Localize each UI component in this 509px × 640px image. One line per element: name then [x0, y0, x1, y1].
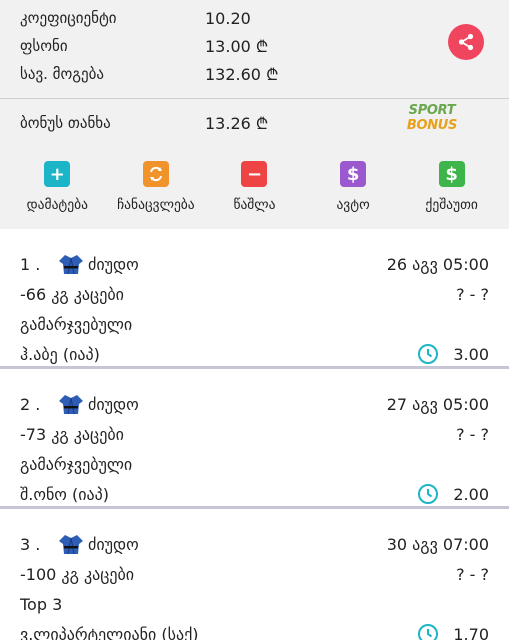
delete-button[interactable]: − წაშლა: [206, 161, 302, 229]
cashout-label: ქეშაუთი: [425, 197, 478, 213]
stake-row: ფსონი 13.00 ₾: [20, 32, 489, 60]
bet-sport: ძიუდო: [88, 534, 139, 554]
plus-icon: +: [44, 161, 71, 187]
coefficient-row: კოეფიციენტი 10.20: [20, 4, 489, 32]
bet-pick: ჰ.აბე (იაპ): [20, 344, 100, 364]
auto-label: ავტო: [336, 197, 370, 213]
bet-market: გამარჯვებული: [20, 454, 133, 474]
bet-pick: ვ.ლიპარტელიანი (საქ): [20, 624, 199, 640]
possible-win-value: 132.60 ₾: [205, 65, 279, 84]
add-button[interactable]: + დამატება: [9, 161, 105, 229]
bet-event: -100 კგ კაცები: [20, 564, 135, 584]
bet-item[interactable]: 2 . ძიუდო 27 აგვ 05:00 -73 კგ კაცები ? -…: [0, 369, 509, 509]
dollar-icon: $: [340, 161, 367, 187]
bet-sport: ძიუდო: [88, 254, 139, 274]
swap-icon: [142, 161, 169, 187]
bet-event: -66 კგ კაცები: [20, 284, 124, 304]
delete-label: წაშლა: [233, 197, 276, 213]
replace-label: ჩანაცვლება: [117, 197, 195, 213]
bonus-label: ბონუს თანხა: [20, 114, 111, 132]
dollar-icon: $: [438, 161, 465, 187]
replace-button[interactable]: ჩანაცვლება: [108, 161, 204, 229]
bet-odd: 3.00: [453, 344, 489, 364]
possible-win-row: სავ. მოგება 132.60 ₾: [20, 60, 489, 88]
sport-bonus-line2: BONUS: [406, 118, 458, 133]
clock-icon: [418, 484, 439, 504]
coefficient-value: 10.20: [205, 8, 251, 28]
stake-label: ფსონი: [20, 37, 68, 55]
clock-icon: [418, 624, 439, 640]
bet-event: -73 კგ კაცები: [20, 424, 124, 444]
possible-win-label: სავ. მოგება: [20, 65, 105, 83]
bet-date: 27 აგვ 05:00: [386, 394, 489, 414]
bet-number: 2 .: [20, 394, 41, 414]
bet-market: გამარჯვებული: [20, 314, 133, 334]
cashout-button[interactable]: $ ქეშაუთი: [404, 161, 500, 229]
stake-value: 13.00 ₾: [205, 37, 269, 56]
bet-item[interactable]: 3 . ძიუდო 30 აგვ 07:00 -100 კგ კაცები ? …: [0, 509, 509, 640]
judo-icon: [59, 255, 83, 275]
judo-icon: [59, 535, 83, 555]
sport-bonus-line1: SPORT: [408, 103, 456, 118]
bet-score: ? - ?: [456, 284, 489, 304]
bet-pick: შ.ონო (იაპ): [20, 484, 109, 504]
bonus-value: 13.26 ₾: [205, 114, 269, 133]
sport-bonus-logo: SPORT BONUS: [401, 103, 463, 133]
bet-market: Top 3: [20, 594, 63, 614]
judo-icon: [59, 395, 83, 415]
auto-button[interactable]: $ ავტო: [305, 161, 401, 229]
coefficient-label: კოეფიციენტი: [20, 9, 117, 27]
add-label: დამატება: [26, 197, 88, 213]
minus-icon: −: [241, 161, 268, 187]
bet-odd: 2.00: [453, 484, 489, 504]
bet-date: 26 აგვ 05:00: [386, 254, 489, 274]
action-bar: + დამატება ჩანაცვლება − წაშლა $ ავტო $ ქ…: [0, 147, 509, 229]
bet-score: ? - ?: [456, 424, 489, 444]
bet-sport: ძიუდო: [88, 394, 139, 414]
share-icon: [458, 33, 474, 51]
bet-date: 30 აგვ 07:00: [386, 534, 489, 554]
clock-icon: [418, 344, 439, 364]
bet-summary: კოეფიციენტი 10.20 ფსონი 13.00 ₾ სავ. მოგ…: [0, 0, 509, 98]
bet-list: 1 . ძიუდო 26 აგვ 05:00 -66 კგ კაცები ? -…: [0, 229, 509, 640]
bet-odd: 1.70: [453, 624, 489, 640]
bet-score: ? - ?: [456, 564, 489, 584]
bet-number: 1 .: [20, 254, 41, 274]
bet-number: 3 .: [20, 534, 41, 554]
bet-item[interactable]: 1 . ძიუდო 26 აგვ 05:00 -66 კგ კაცები ? -…: [0, 229, 509, 369]
bonus-row: ბონუს თანხა 13.26 ₾ SPORT BONUS: [0, 99, 509, 147]
share-button[interactable]: [448, 24, 484, 60]
